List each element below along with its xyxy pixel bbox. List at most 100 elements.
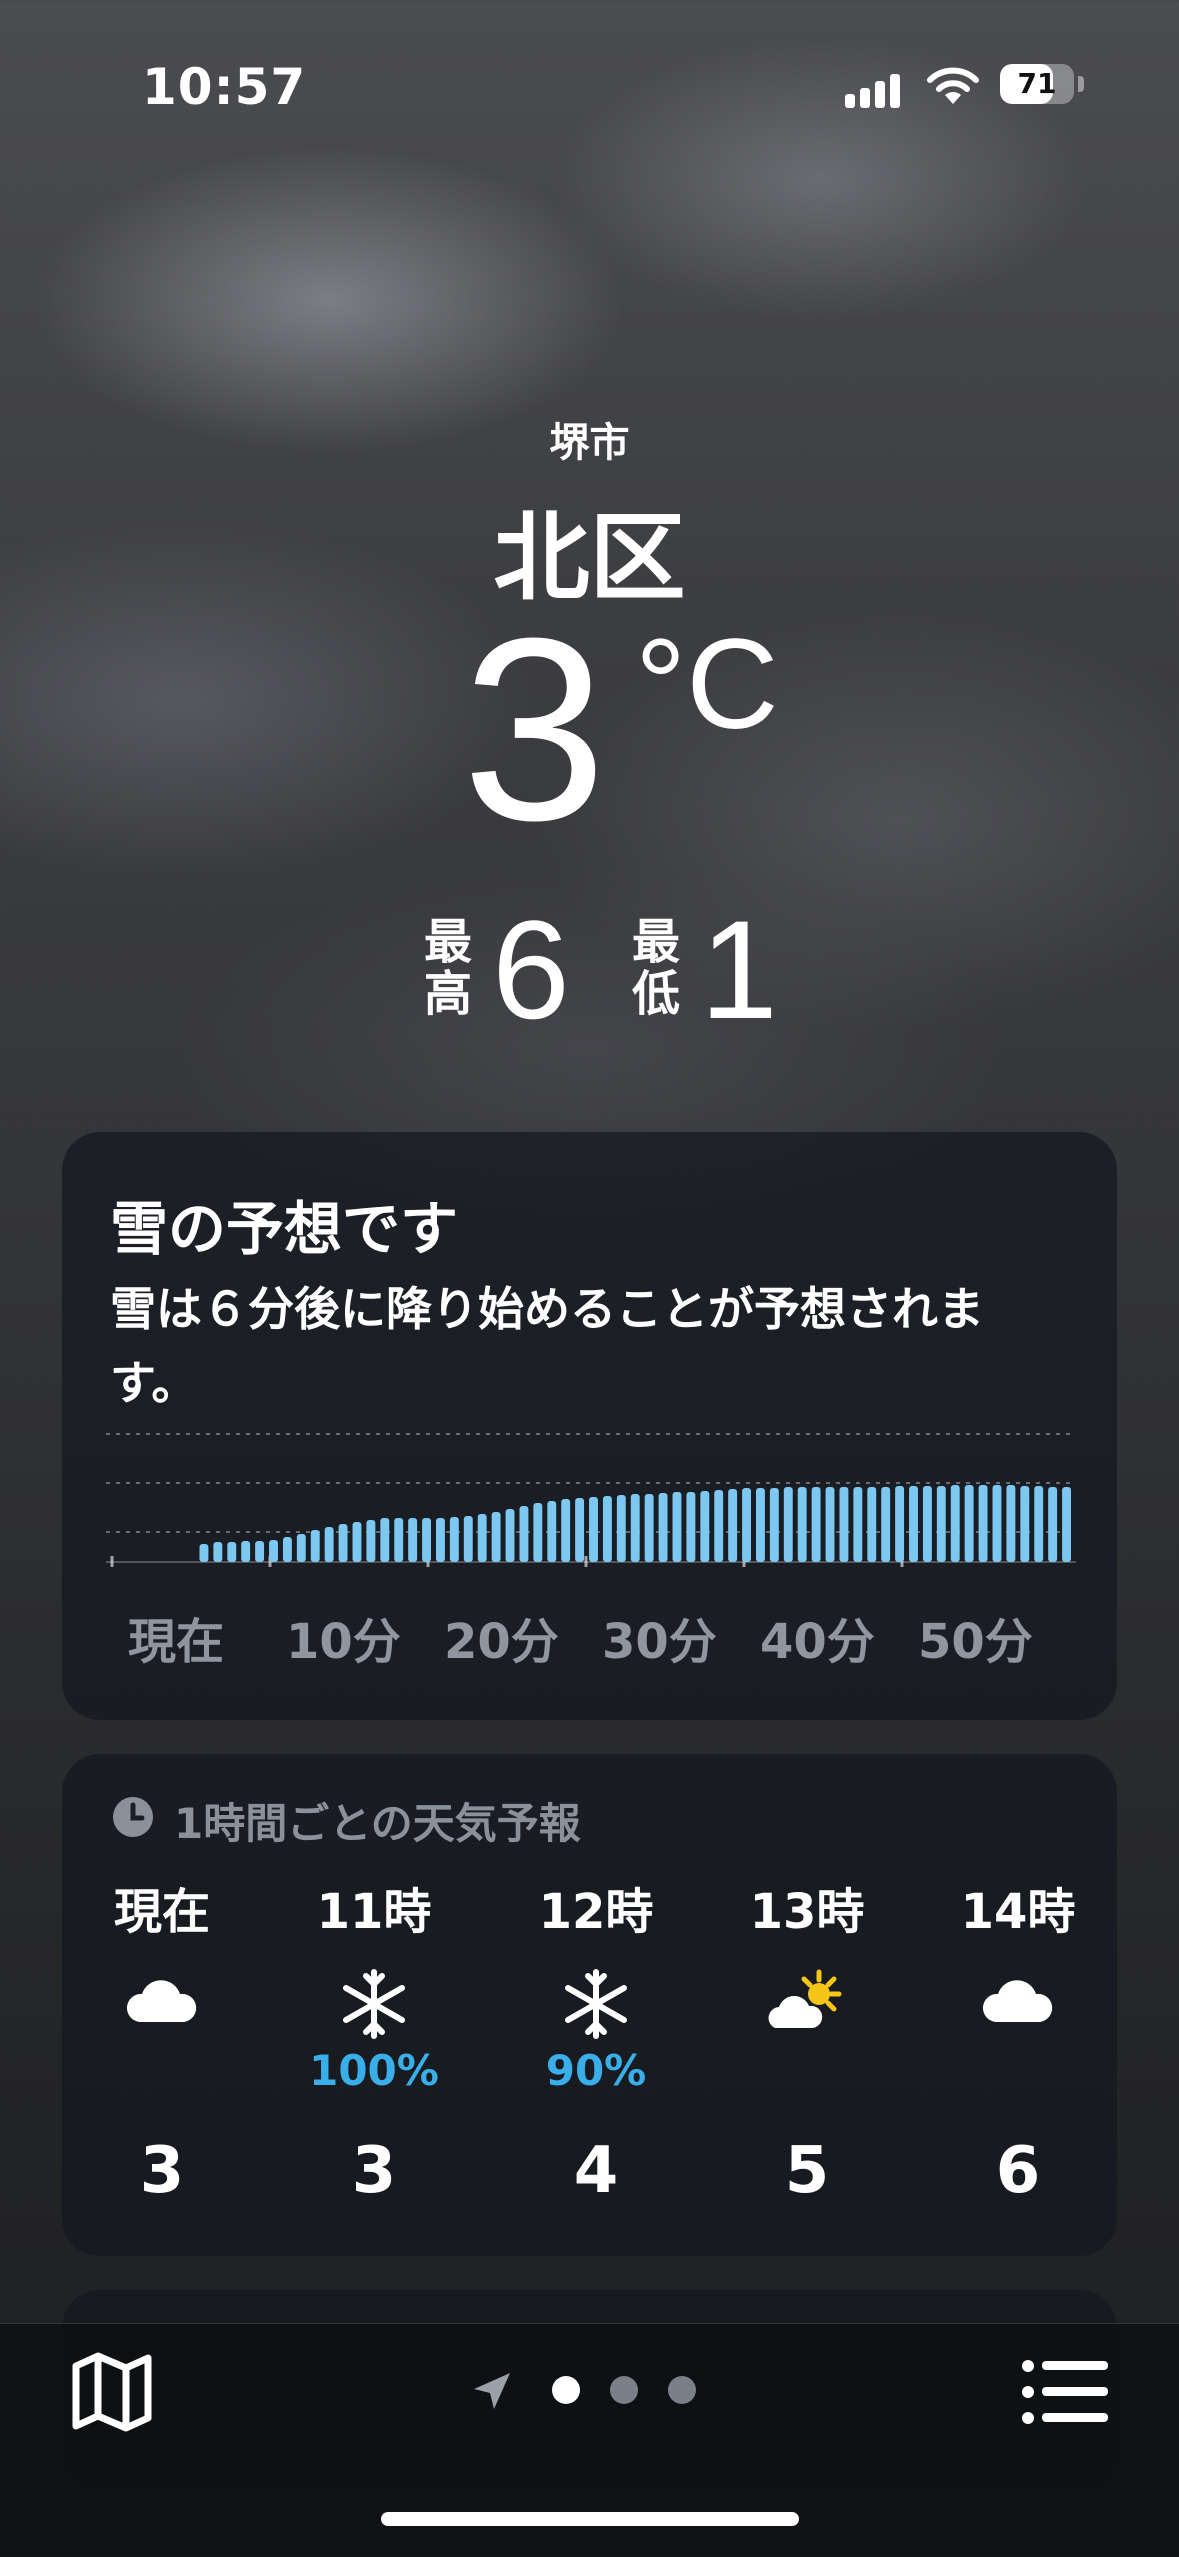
x-label-20: 20分 <box>444 1614 559 1670</box>
status-time: 10:57 <box>142 58 307 116</box>
precip-bar <box>422 1518 431 1562</box>
low-label-2: 低 <box>631 966 680 1022</box>
precip-bar <box>338 1524 348 1562</box>
precip-bar <box>978 1485 988 1562</box>
cloud-icon <box>126 1980 197 2022</box>
precip-bar <box>408 1518 418 1562</box>
precip-bar <box>282 1537 292 1562</box>
precip-bar <box>547 1501 557 1562</box>
hour-temp: 5 <box>784 2134 830 2208</box>
hour-item: 14時 6 <box>918 1754 1118 2256</box>
x-label-50: 50分 <box>918 1614 1033 1670</box>
x-label-now: 現在 <box>128 1614 225 1670</box>
high-label-2: 高 <box>423 966 472 1022</box>
precip-bar <box>491 1512 501 1562</box>
high-label-1: 最 <box>423 914 472 970</box>
wifi-icon <box>927 67 979 104</box>
hour-label: 14時 <box>960 1884 1076 1940</box>
hour-label: 13時 <box>749 1884 865 1940</box>
page-dot[interactable] <box>610 2376 638 2404</box>
precip-bar <box>616 1495 626 1562</box>
precip-bar <box>241 1541 251 1562</box>
precip-bar <box>1006 1485 1016 1562</box>
precip-bar <box>992 1485 1002 1562</box>
battery-tip <box>1078 76 1084 92</box>
precip-bar <box>269 1540 278 1562</box>
hour-temp: 6 <box>995 2134 1041 2208</box>
precipitation-card[interactable]: 雪の予想です 雪は６分後に降り始めることが予想されます。 現在 10分 20分 … <box>62 1132 1117 1720</box>
precip-bar <box>533 1503 543 1562</box>
precip-bar <box>227 1542 237 1562</box>
precip-description: 雪は６分後に降り始めることが予想されます。 <box>110 1282 984 1410</box>
precip-bar <box>380 1518 390 1562</box>
hourly-forecast-card[interactable]: 1時間ごとの天気予報 現在 3 11時 100% 3 12時 90% 4 13時… <box>62 1754 1117 2256</box>
precip-bar <box>213 1542 223 1562</box>
cellular-signal-icon <box>845 68 905 108</box>
precip-bar <box>950 1485 960 1562</box>
map-icon[interactable] <box>66 2346 158 2438</box>
high-low: 最 高 6 最 低 1 <box>0 900 1179 1040</box>
precip-bar <box>644 1494 654 1562</box>
status-bar: 10:57 71 <box>0 0 1179 170</box>
hour-label: 12時 <box>538 1884 654 1940</box>
snowflake-icon <box>343 1969 405 2039</box>
precip-bar <box>797 1487 807 1562</box>
city-name: 堺市 <box>549 420 630 466</box>
precip-bar <box>881 1487 891 1562</box>
precip-bar <box>463 1516 473 1562</box>
current-temp-value: 3 <box>462 585 607 875</box>
hour-label: 現在 <box>113 1884 210 1940</box>
precip-bar <box>436 1518 445 1562</box>
page-dot-active[interactable] <box>552 2376 580 2404</box>
precip-bar <box>769 1488 779 1562</box>
precip-bar <box>519 1506 529 1562</box>
precip-bar <box>561 1499 571 1562</box>
precip-bar <box>922 1486 932 1562</box>
partly-sunny-icon <box>768 1969 842 2028</box>
precip-bar <box>1020 1486 1030 1562</box>
precip-bar <box>895 1486 905 1562</box>
precip-bar <box>936 1486 946 1562</box>
hour-item: 12時 90% 4 <box>496 1754 696 2256</box>
precip-bar <box>255 1541 265 1562</box>
low-temp: 1 <box>700 891 778 1048</box>
hour-label: 11時 <box>316 1884 432 1940</box>
precipitation-chart <box>106 1433 1076 1567</box>
hour-item: 11時 100% 3 <box>274 1754 474 2256</box>
precip-bar <box>366 1520 376 1562</box>
x-label-10: 10分 <box>286 1614 401 1670</box>
precip-title: 雪の予想です <box>110 1195 459 1263</box>
precip-bar <box>783 1487 793 1562</box>
page-indicator[interactable] <box>470 2365 710 2415</box>
precip-bar <box>742 1488 751 1562</box>
snowflake-icon <box>565 1969 627 2039</box>
precip-bar <box>505 1509 515 1562</box>
cloud-icon <box>982 1980 1053 2022</box>
home-indicator <box>381 2512 799 2526</box>
location-arrow-icon <box>474 2373 510 2409</box>
precip-bar <box>756 1488 765 1562</box>
list-icon[interactable] <box>1020 2356 1112 2428</box>
precip-bar <box>839 1487 849 1562</box>
precip-bar <box>714 1490 724 1562</box>
precip-bar <box>686 1492 696 1562</box>
precip-bar <box>964 1485 974 1562</box>
current-temperature: 3 °C <box>0 600 1179 880</box>
precip-bar <box>324 1527 334 1562</box>
precip-bar <box>728 1489 738 1562</box>
x-label-40: 40分 <box>760 1614 875 1670</box>
precip-bar <box>909 1486 918 1562</box>
precip-bar <box>811 1487 821 1562</box>
hour-pop: 90% <box>545 2046 647 2095</box>
chart-x-labels: 現在 10分 20分 30分 40分 50分 <box>62 1602 1117 1672</box>
x-label-30: 30分 <box>602 1614 717 1670</box>
hour-temp: 3 <box>139 2134 185 2208</box>
precip-bar <box>352 1522 362 1562</box>
precip-bar <box>672 1492 682 1562</box>
page-dot[interactable] <box>668 2376 696 2404</box>
precip-bar <box>1034 1486 1044 1562</box>
current-temp-unit: °C <box>635 613 779 756</box>
high-temp: 6 <box>492 891 570 1048</box>
precip-bar <box>575 1498 585 1562</box>
precip-bar <box>394 1518 404 1562</box>
